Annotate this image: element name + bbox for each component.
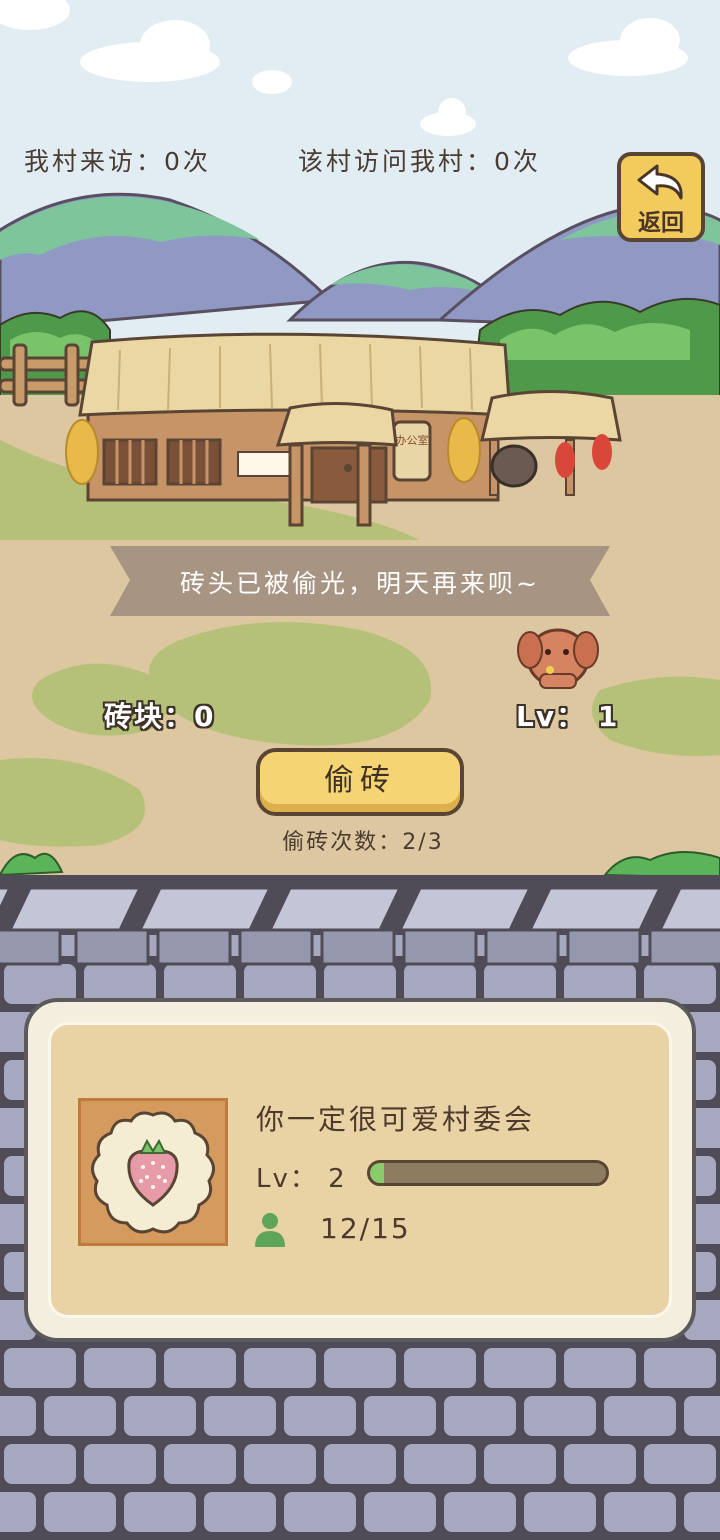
strawberry-icon bbox=[91, 1111, 215, 1234]
visits-to-our-village: 我村来访：0次 bbox=[24, 147, 211, 176]
brick-count: 砖块：0 bbox=[104, 700, 216, 733]
back-button-label: 返回 bbox=[638, 210, 684, 236]
village-level-label: Lv： 2 bbox=[256, 1164, 347, 1194]
message-text: 砖头已被偷光，明天再来呗~ bbox=[180, 569, 540, 598]
member-count: 12/15 bbox=[320, 1212, 411, 1245]
visits-from-this-village: 该村访问我村：0次 bbox=[298, 147, 541, 176]
member-icon bbox=[255, 1213, 285, 1247]
message-banner: 砖头已被偷光，明天再来呗~ bbox=[110, 544, 610, 616]
steal-bricks-button[interactable]: 偷砖 bbox=[256, 748, 464, 816]
steal-attempts-count: 偷砖次数：2/3 bbox=[282, 830, 444, 855]
village-level-progress-bar bbox=[367, 1160, 609, 1186]
village-name: 你一定很可爱村委会 bbox=[256, 1103, 536, 1136]
dog-level: Lv： 1 bbox=[516, 700, 620, 733]
back-button[interactable]: 返回 bbox=[617, 152, 705, 242]
village-emblem bbox=[78, 1098, 228, 1246]
office-sign-text: 办公室 bbox=[396, 433, 429, 447]
office-sign bbox=[392, 420, 432, 482]
back-arrow-icon bbox=[637, 164, 683, 200]
village-level-progress-fill bbox=[370, 1163, 385, 1183]
